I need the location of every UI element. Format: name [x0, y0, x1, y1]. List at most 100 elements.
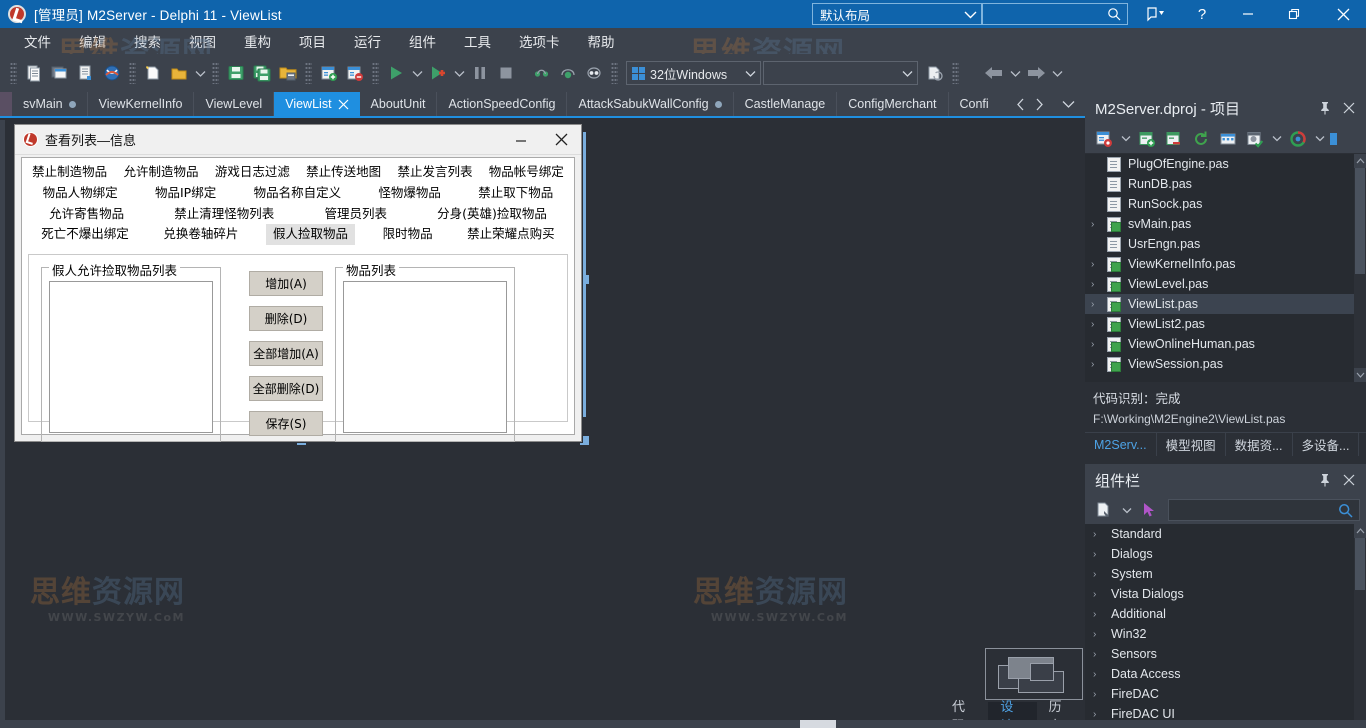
chevron-down-icon[interactable] — [192, 60, 208, 86]
palette-category-system[interactable]: › System — [1085, 564, 1366, 584]
build-icon[interactable] — [1215, 127, 1241, 151]
menu-item-tools[interactable]: 工具 — [450, 28, 505, 54]
palette-tree[interactable]: › Standard › Dialogs › System › Vista Di… — [1085, 524, 1366, 728]
palette-category-data-access[interactable]: › Data Access — [1085, 664, 1366, 684]
save-as-unit-icon[interactable] — [73, 60, 99, 86]
new-item-icon[interactable] — [21, 60, 47, 86]
view-mode-icon[interactable] — [1285, 127, 1311, 151]
ptab-ban-honor-purchase[interactable]: 禁止荣耀点购买 — [460, 224, 562, 245]
palette-category-standard[interactable]: › Standard — [1085, 524, 1366, 544]
toolbar-grip[interactable] — [10, 62, 17, 84]
ptab-ban-speech-list[interactable]: 禁止发言列表 — [390, 162, 479, 183]
chevron-down-icon[interactable] — [1269, 127, 1284, 151]
tab-viewlist[interactable]: ViewList — [274, 92, 360, 116]
toolbar-grip[interactable] — [212, 62, 219, 84]
chevron-down-icon[interactable] — [409, 60, 425, 86]
tree-row-viewsession[interactable]: › ViewSession.pas — [1085, 354, 1366, 374]
bottom-tab-data-explorer[interactable]: 数据资... — [1226, 433, 1293, 456]
menu-item-view[interactable]: 视图 — [175, 28, 230, 54]
browser-icon[interactable] — [99, 60, 125, 86]
remove-from-project-icon[interactable] — [342, 60, 368, 86]
open-folder-icon[interactable] — [166, 60, 192, 86]
item-listbox[interactable] — [343, 281, 507, 433]
menu-item-refactor[interactable]: 重构 — [230, 28, 285, 54]
open-project-group-icon[interactable] — [275, 60, 301, 86]
chevron-down-icon[interactable] — [1118, 127, 1133, 151]
chevron-right-icon[interactable] — [1031, 98, 1048, 111]
ptab-ban-teleport-maps[interactable]: 禁止传送地图 — [299, 162, 388, 183]
tree-row-viewkernelinfo[interactable]: › ViewKernelInfo.pas — [1085, 254, 1366, 274]
layout-select[interactable]: 默认布局 — [812, 3, 982, 25]
toolbar-grip[interactable] — [952, 62, 960, 84]
refresh-config-icon[interactable] — [922, 60, 948, 86]
tree-row-runsock[interactable]: › RunSock.pas — [1085, 194, 1366, 214]
chevron-right-icon[interactable]: › — [1091, 219, 1107, 230]
ptab-allow-consign-items[interactable]: 允许寄售物品 — [42, 204, 131, 225]
ptab-item-ip-bind[interactable]: 物品IP绑定 — [148, 183, 223, 204]
tab-viewlevel[interactable]: ViewLevel — [194, 92, 275, 116]
menu-item-search[interactable]: 搜索 — [120, 28, 175, 54]
scroll-up-icon[interactable] — [1354, 154, 1366, 168]
tab-configmerchant[interactable]: ConfigMerchant — [837, 92, 949, 116]
tree-row-viewonlinehuman[interactable]: › ViewOnlineHuman.pas — [1085, 334, 1366, 354]
toolbar-grip[interactable] — [372, 62, 379, 84]
add-button[interactable]: 增加(A) — [249, 271, 323, 296]
save-icon[interactable] — [223, 60, 249, 86]
ptab-item-account-bind[interactable]: 物品帐号绑定 — [482, 162, 571, 183]
run-without-debugging-icon[interactable] — [425, 60, 451, 86]
tab-castlemanage[interactable]: CastleManage — [734, 92, 838, 116]
menu-item-help[interactable]: 帮助 — [574, 28, 629, 54]
new-file-icon[interactable] — [140, 60, 166, 86]
tree-row-svmain[interactable]: › svMain.pas — [1085, 214, 1366, 234]
status-strip-handle[interactable] — [800, 720, 836, 728]
palette-category-dialogs[interactable]: › Dialogs — [1085, 544, 1366, 564]
help-icon[interactable]: ? — [1179, 0, 1225, 28]
chevron-right-icon[interactable]: › — [1091, 319, 1107, 330]
scroll-up-icon[interactable] — [1354, 524, 1366, 538]
ptab-admin-list[interactable]: 管理员列表 — [317, 204, 394, 225]
tree-row-viewlist[interactable]: › ViewList.pas — [1085, 294, 1366, 314]
platform-selector[interactable]: 32位Windows — [626, 61, 762, 85]
tab-attacksabukwallconfig[interactable]: AttackSabukWallConfig — [567, 92, 734, 116]
close-icon[interactable] — [541, 125, 581, 154]
bottom-tab-multi-device[interactable]: 多设备... — [1293, 433, 1360, 456]
ptab-item-character-bind[interactable]: 物品人物绑定 — [36, 183, 125, 204]
close-icon[interactable] — [1320, 0, 1366, 28]
add-to-project-icon[interactable] — [316, 60, 342, 86]
tree-row-plugofengine[interactable]: › PlugOfEngine.pas — [1085, 154, 1366, 174]
tree-row-rundb[interactable]: › RunDB.pas — [1085, 174, 1366, 194]
arrow-back-icon[interactable] — [981, 60, 1007, 86]
trace-into-icon[interactable] — [529, 60, 555, 86]
menu-item-file[interactable]: 文件 — [10, 28, 65, 54]
chevron-down-icon[interactable] — [1312, 127, 1327, 151]
stop-icon[interactable] — [493, 60, 519, 86]
ptab-allow-craft-items[interactable]: 允许制造物品 — [116, 162, 205, 183]
toolbar-grip[interactable] — [129, 62, 136, 84]
step-over-icon[interactable] — [555, 60, 581, 86]
ptab-ban-unequip-items[interactable]: 禁止取下物品 — [471, 183, 560, 204]
pin-icon[interactable] — [1314, 96, 1336, 120]
bottom-tab-model-view[interactable]: 模型视图 — [1157, 433, 1226, 456]
save-button[interactable]: 保存(S) — [249, 411, 323, 436]
chevron-right-icon[interactable]: › — [1091, 259, 1107, 270]
ptab-ban-clear-monsters[interactable]: 禁止清理怪物列表 — [167, 204, 281, 225]
palette-search-input[interactable] — [1175, 503, 1338, 517]
chevron-down-icon[interactable] — [451, 60, 467, 86]
restore-icon[interactable] — [1271, 0, 1317, 28]
menu-item-edit[interactable]: 编辑 — [65, 28, 120, 54]
delete-button[interactable]: 删除(D) — [249, 306, 323, 331]
add-all-button[interactable]: 全部增加(A) — [249, 341, 323, 366]
delete-all-button[interactable]: 全部删除(D) — [249, 376, 323, 401]
chevron-down-icon[interactable] — [1058, 100, 1079, 108]
palette-category-vista-dialogs[interactable]: › Vista Dialogs — [1085, 584, 1366, 604]
menu-item-tabs[interactable]: 选项卡 — [505, 28, 574, 54]
refresh-icon[interactable] — [1188, 127, 1214, 151]
scrollbar-thumb[interactable] — [1355, 168, 1365, 274]
minimize-icon[interactable] — [1225, 0, 1271, 28]
title-search-input[interactable] — [989, 7, 1107, 21]
ptab-hero-pickup-items[interactable]: 分身(英雄)捡取物品 — [430, 204, 554, 225]
remove-file-icon[interactable] — [1161, 127, 1187, 151]
new-project-icon[interactable] — [1091, 127, 1117, 151]
account-icon[interactable] — [1133, 0, 1179, 28]
form-designer-surface[interactable]: 查看列表—信息 禁止制造物品 允许制造物品 游戏日志过滤 禁止传送地图 禁止发言… — [0, 120, 1085, 728]
